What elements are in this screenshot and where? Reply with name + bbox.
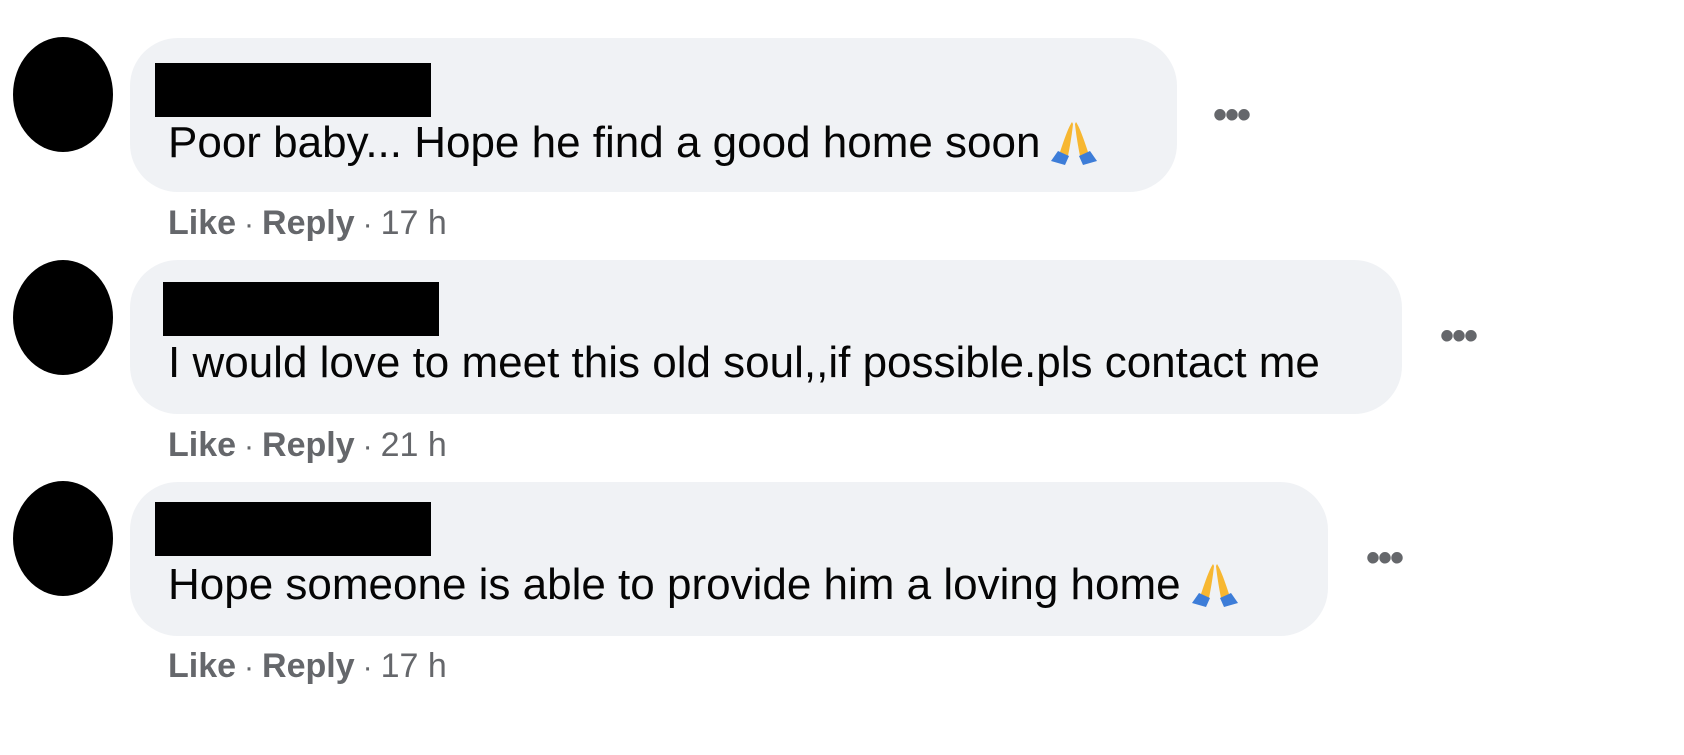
avatar[interactable] <box>13 37 113 152</box>
separator: · <box>362 208 373 241</box>
redacted-author-name[interactable] <box>155 502 431 556</box>
more-options-icon[interactable]: ••• <box>1440 316 1478 356</box>
comment-text: Poor baby... Hope he find a good home so… <box>168 118 1100 168</box>
like-button[interactable]: Like <box>168 647 236 685</box>
avatar[interactable] <box>13 260 113 375</box>
separator: · <box>244 651 255 684</box>
separator: · <box>362 430 373 463</box>
redacted-author-name[interactable] <box>163 282 439 336</box>
avatar[interactable] <box>13 481 113 596</box>
comment-actions: Like · Reply · 21 h <box>168 425 447 467</box>
more-options-icon[interactable]: ••• <box>1213 95 1251 135</box>
comment-bubble: Poor baby... Hope he find a good home so… <box>130 38 1177 192</box>
timestamp[interactable]: 17 h <box>381 647 447 685</box>
comment-text: I would love to meet this old soul,,if p… <box>168 338 1320 388</box>
comment-text-content: I would love to meet this old soul,,if p… <box>168 338 1320 387</box>
more-options-icon[interactable]: ••• <box>1366 538 1404 578</box>
separator: · <box>362 651 373 684</box>
comment-bubble: I would love to meet this old soul,,if p… <box>130 260 1402 414</box>
comment-text: Hope someone is able to provide him a lo… <box>168 560 1241 610</box>
timestamp[interactable]: 17 h <box>381 204 447 242</box>
comment-text-content: Hope someone is able to provide him a lo… <box>168 560 1181 609</box>
comment-actions: Like · Reply · 17 h <box>168 646 447 688</box>
timestamp[interactable]: 21 h <box>381 426 447 464</box>
redacted-author-name[interactable] <box>155 63 431 117</box>
like-button[interactable]: Like <box>168 204 236 242</box>
reply-button[interactable]: Reply <box>262 426 355 464</box>
separator: · <box>244 430 255 463</box>
separator: · <box>244 208 255 241</box>
folded-hands-icon <box>1048 118 1100 168</box>
reply-button[interactable]: Reply <box>262 647 355 685</box>
comment-actions: Like · Reply · 17 h <box>168 203 447 245</box>
comment-bubble: Hope someone is able to provide him a lo… <box>130 482 1328 636</box>
reply-button[interactable]: Reply <box>262 204 355 242</box>
folded-hands-icon <box>1189 560 1241 610</box>
like-button[interactable]: Like <box>168 426 236 464</box>
comment-text-content: Poor baby... Hope he find a good home so… <box>168 118 1041 167</box>
